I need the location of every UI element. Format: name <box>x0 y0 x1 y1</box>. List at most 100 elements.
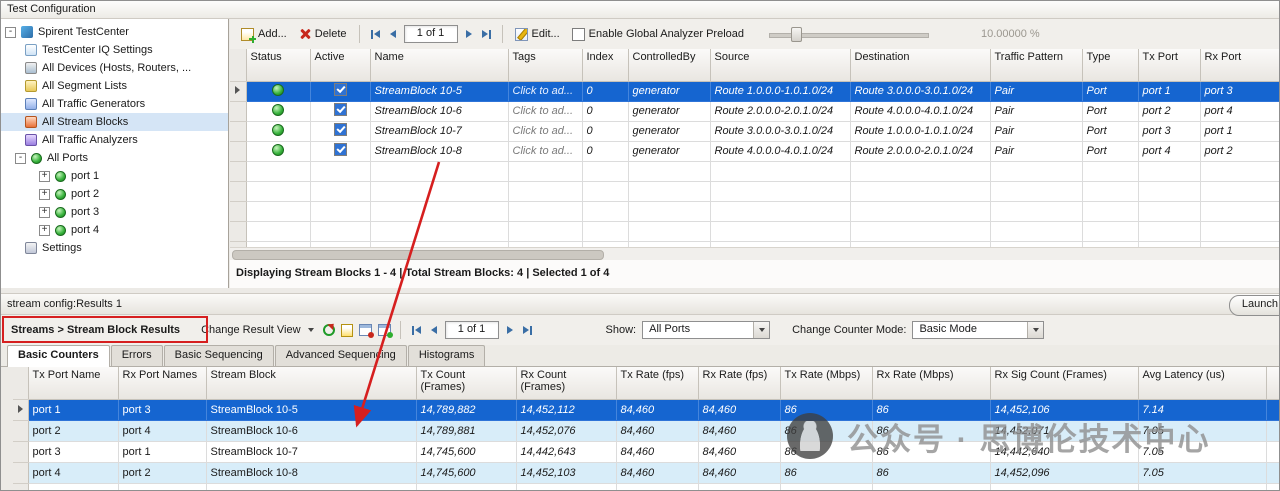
active-checkbox[interactable] <box>333 103 347 116</box>
row-selector[interactable] <box>13 420 29 442</box>
stream-row-4[interactable]: StreamBlock 10-8 Click to ad... 0 genera… <box>230 141 1279 162</box>
tags-cell[interactable]: Click to ad... <box>508 141 583 162</box>
rx-rate-mbps-cell[interactable]: 86 <box>872 420 991 442</box>
index-cell[interactable]: 0 <box>582 121 629 142</box>
rx-port-cell[interactable]: port 2 <box>1200 141 1279 162</box>
col-tx-port-name[interactable]: Tx Port Name <box>28 367 119 400</box>
type-cell[interactable]: Port <box>1082 101 1139 122</box>
active-checkbox[interactable] <box>333 123 347 136</box>
tx-port-name-cell[interactable]: port 1 <box>28 399 119 421</box>
remove-view-icon[interactable] <box>358 324 374 338</box>
col-tx-count[interactable]: Tx Count (Frames) <box>416 367 517 400</box>
stream-block-cell[interactable]: StreamBlock 10-6 <box>206 420 417 442</box>
tags-cell[interactable]: Click to ad... <box>508 121 583 142</box>
tab-basic-counters[interactable]: Basic Counters <box>7 345 110 367</box>
rx-rate-fps-cell[interactable]: 84,460 <box>698 462 781 484</box>
rx-rate-fps-cell[interactable]: 84,460 <box>698 420 781 442</box>
status-cell[interactable] <box>246 81 311 102</box>
tx-rate-fps-cell[interactable]: 84,460 <box>616 399 699 421</box>
add-view-icon[interactable] <box>377 324 393 338</box>
name-cell[interactable]: StreamBlock 10-5 <box>370 81 509 102</box>
col-tx-rate-mbps[interactable]: Tx Rate (Mbps) <box>780 367 873 400</box>
rx-rate-mbps-cell[interactable]: 86 <box>872 399 991 421</box>
last-page-button[interactable] <box>480 29 493 40</box>
tree-item-root[interactable]: Spirent TestCenter <box>1 23 228 41</box>
active-cell[interactable] <box>310 121 371 142</box>
stream-block-cell[interactable]: StreamBlock 10-8 <box>206 462 417 484</box>
stream-row-2[interactable]: StreamBlock 10-6 Click to ad... 0 genera… <box>230 101 1279 122</box>
col-rx-rate-fps[interactable]: Rx Rate (fps) <box>698 367 781 400</box>
edit-button[interactable]: Edit... <box>512 26 563 43</box>
col-rx-count[interactable]: Rx Count (Frames) <box>516 367 617 400</box>
rx-count-cell[interactable]: 14,452,112 <box>516 399 617 421</box>
tree-item-all-segment-lists[interactable]: All Segment Lists <box>1 77 228 95</box>
destination-cell[interactable]: Route 2.0.0.0-2.0.1.0/24 <box>850 141 991 162</box>
rx-sig-count-cell[interactable]: 14,452,096 <box>990 462 1139 484</box>
col-destination[interactable]: Destination <box>850 49 991 82</box>
col-traffic-pattern[interactable]: Traffic Pattern <box>990 49 1083 82</box>
rx-port-cell[interactable]: port 3 <box>1200 81 1279 102</box>
expand-icon[interactable] <box>39 224 50 236</box>
rx-port-cell[interactable]: port 4 <box>1200 101 1279 122</box>
tree-item-port-4[interactable]: port 4 <box>1 221 228 239</box>
tx-count-cell[interactable]: 14,745,600 <box>416 462 517 484</box>
col-stream-block[interactable]: Stream Block <box>206 367 417 400</box>
add-button[interactable]: Add... <box>238 26 290 43</box>
rx-sig-count-cell[interactable]: 14,442,640 <box>990 441 1139 463</box>
col-rx-port[interactable]: Rx Port <box>1200 49 1279 82</box>
row-selector[interactable] <box>13 399 29 421</box>
tx-count-cell[interactable]: 14,789,881 <box>416 420 517 442</box>
avg-latency-cell[interactable]: 7.05 <box>1138 441 1267 463</box>
row-selector[interactable] <box>230 101 247 122</box>
slider-thumb[interactable] <box>791 27 802 42</box>
controlledby-cell[interactable]: generator <box>628 81 711 102</box>
row-selector[interactable] <box>13 462 29 484</box>
tx-port-cell[interactable]: port 2 <box>1138 101 1201 122</box>
rx-port-names-cell[interactable]: port 4 <box>118 420 207 442</box>
tx-count-cell[interactable]: 14,745,600 <box>416 441 517 463</box>
show-dropdown[interactable]: All Ports <box>642 321 771 339</box>
rx-port-names-cell[interactable]: port 3 <box>118 399 207 421</box>
result-row-1[interactable]: port 1 port 3 StreamBlock 10-5 14,789,88… <box>13 399 1279 421</box>
row-selector[interactable] <box>13 441 29 463</box>
destination-cell[interactable]: Route 1.0.0.0-1.0.1.0/24 <box>850 121 991 142</box>
tx-rate-mbps-cell[interactable]: 86 <box>780 462 873 484</box>
tx-rate-mbps-cell[interactable]: 86 <box>780 399 873 421</box>
type-cell[interactable]: Port <box>1082 81 1139 102</box>
tab-basic-sequencing[interactable]: Basic Sequencing <box>163 345 274 366</box>
rx-rate-fps-cell[interactable]: 84,460 <box>698 441 781 463</box>
col-status[interactable]: Status <box>246 49 311 82</box>
controlledby-cell[interactable]: generator <box>628 101 711 122</box>
col-rx-sig-count[interactable]: Rx Sig Count (Frames) <box>990 367 1139 400</box>
next-result-page-button[interactable] <box>505 325 515 335</box>
index-cell[interactable]: 0 <box>582 81 629 102</box>
stream-row-1[interactable]: StreamBlock 10-5 Click to ad... 0 genera… <box>230 81 1279 102</box>
tree-item-all-traffic-analyzers[interactable]: All Traffic Analyzers <box>1 131 228 149</box>
enable-global-analyzer-preload[interactable]: Enable Global Analyzer Preload <box>569 26 747 43</box>
first-page-button[interactable] <box>369 29 382 40</box>
dropdown-button[interactable] <box>1027 322 1044 338</box>
tags-cell[interactable]: Click to ad... <box>508 101 583 122</box>
tx-port-name-cell[interactable]: port 3 <box>28 441 119 463</box>
expand-icon[interactable] <box>39 188 50 200</box>
status-cell[interactable] <box>246 101 311 122</box>
expand-icon[interactable] <box>39 170 50 182</box>
row-selector[interactable] <box>230 121 247 142</box>
col-tags[interactable]: Tags <box>508 49 583 82</box>
tab-errors[interactable]: Errors <box>110 345 163 366</box>
status-cell[interactable] <box>246 141 311 162</box>
status-cell[interactable] <box>246 121 311 142</box>
tree-item-iq-settings[interactable]: TestCenter IQ Settings <box>1 41 228 59</box>
source-cell[interactable]: Route 4.0.0.0-4.0.1.0/24 <box>710 141 851 162</box>
tab-advanced-sequencing[interactable]: Advanced Sequencing <box>274 345 407 366</box>
avg-latency-cell[interactable]: 7.05 <box>1138 420 1267 442</box>
type-cell[interactable]: Port <box>1082 141 1139 162</box>
active-cell[interactable] <box>310 81 371 102</box>
preload-checkbox[interactable] <box>571 27 585 41</box>
col-rx-port-names[interactable]: Rx Port Names <box>118 367 207 400</box>
tx-rate-fps-cell[interactable]: 84,460 <box>616 420 699 442</box>
tx-rate-mbps-cell[interactable]: 86 <box>780 420 873 442</box>
tx-count-cell[interactable]: 14,789,882 <box>416 399 517 421</box>
tx-r[interactable]: 86 <box>780 441 873 463</box>
result-page-indicator[interactable]: 1 of 1 <box>444 321 499 339</box>
